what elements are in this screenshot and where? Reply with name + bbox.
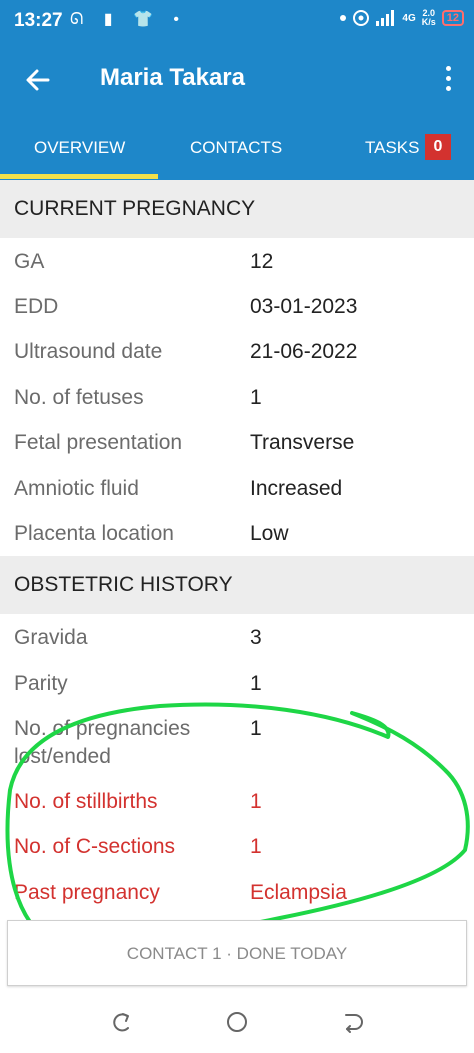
hotspot-icon: [353, 10, 370, 26]
row-value: 1: [250, 790, 262, 813]
page-title: Maria Takara: [100, 64, 245, 91]
row-label: Gravida: [14, 626, 88, 649]
row-value: Eclampsia: [250, 881, 347, 904]
row-value: 1: [250, 386, 262, 409]
home-icon[interactable]: [225, 1010, 249, 1034]
network-type: 4G: [402, 12, 416, 24]
row-value: Increased: [250, 477, 343, 500]
row-label: No. of fetuses: [14, 386, 144, 409]
row-value: 1: [250, 717, 262, 740]
row-value: Low: [250, 522, 289, 545]
tab-indicator: [0, 174, 158, 179]
back-arrow-icon[interactable]: [20, 62, 56, 98]
current-pregnancy-header: CURRENT PREGNANCY: [0, 180, 474, 238]
obstetric-history-header: OBSTETRIC HISTORY: [0, 556, 474, 614]
network-speed-unit: K/s: [421, 17, 436, 27]
row-value: 1: [250, 835, 262, 858]
back-nav-icon[interactable]: [342, 1010, 366, 1034]
row-label: GA: [14, 250, 45, 273]
row-label-line1: No. of pregnancies: [14, 717, 191, 740]
status-time: 13:27: [14, 10, 63, 31]
row-label: Fetal presentation: [14, 431, 183, 454]
tab-contacts[interactable]: CONTACTS: [190, 138, 282, 158]
tab-bar: OVERVIEW CONTACTS TASKS: [0, 118, 474, 180]
row-label: Past pregnancy: [14, 881, 160, 904]
row-value: 3: [250, 626, 262, 649]
app-bar: Maria Takara: [0, 42, 474, 118]
status-right-icons: 4G 2.0 K/s 12: [340, 9, 464, 27]
row-label: Ultrasound date: [14, 340, 163, 363]
status-bar: 13:27 ᘏ ▮ 👕 • 4G 2.0 K/s 12: [0, 0, 474, 42]
row-label: No. of pregnancies lost/ended: [14, 715, 190, 771]
row-label: Parity: [14, 672, 68, 695]
contact-done-button[interactable]: CONTACT 1 · DONE TODAY: [7, 920, 467, 986]
row-value: Transverse: [250, 431, 355, 454]
status-notification-icons: ᘏ ▮ 👕 •: [70, 11, 187, 28]
tab-tasks[interactable]: TASKS: [365, 138, 419, 158]
row-value: 03-01-2023: [250, 295, 358, 318]
signal-icon: [376, 10, 395, 26]
network-speed: 2.0 K/s: [422, 9, 436, 27]
more-options-icon[interactable]: [444, 66, 452, 94]
system-nav-bar: [0, 990, 474, 1053]
row-label: EDD: [14, 295, 59, 318]
battery-icon: 12: [441, 10, 464, 26]
row-value: 21-06-2022: [250, 340, 358, 363]
tab-overview[interactable]: OVERVIEW: [34, 138, 125, 158]
notification-dot-icon: [340, 15, 347, 21]
tasks-count-badge: 0: [425, 134, 451, 160]
recents-icon[interactable]: [110, 1010, 134, 1034]
row-label: No. of stillbirths: [14, 790, 158, 813]
row-label: Placenta location: [14, 522, 174, 545]
row-label: No. of C-sections: [14, 835, 176, 858]
row-label: Amniotic fluid: [14, 477, 139, 500]
row-value: 1: [250, 672, 262, 695]
row-value: 12: [250, 250, 274, 273]
row-label-line2: lost/ended: [14, 745, 111, 768]
